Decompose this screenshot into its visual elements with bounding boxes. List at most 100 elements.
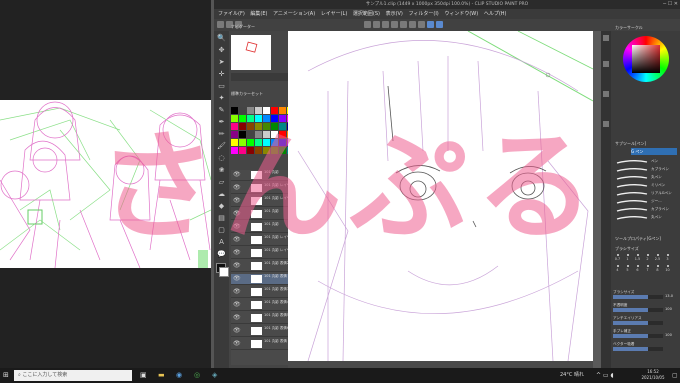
menu-select[interactable]: 選択範囲(S)	[353, 11, 380, 17]
eraser-tool-icon[interactable]: ▱	[217, 178, 226, 187]
color-swatch[interactable]	[231, 147, 238, 154]
menu-animation[interactable]: アニメーション(A)	[273, 11, 315, 17]
brush-size-option[interactable]: 7	[643, 264, 652, 274]
layer-row[interactable]: 👁 101 丸影 レイヤー 4	[231, 248, 294, 259]
tool-property-row[interactable]: アンチエイリアス	[613, 315, 677, 327]
brush-size-option[interactable]: 10	[663, 264, 672, 274]
color-wheel[interactable]	[623, 36, 669, 82]
color-swatch[interactable]	[263, 139, 270, 146]
airbrush-tool-icon[interactable]: ◌	[217, 154, 226, 163]
color-set-palette[interactable]	[231, 107, 294, 155]
layer-row[interactable]: 👁 101 丸影	[231, 209, 294, 220]
menu-view[interactable]: 表示(V)	[386, 11, 403, 17]
new-icon[interactable]	[217, 21, 224, 28]
color-swatch[interactable]	[239, 139, 246, 146]
transform-icon[interactable]	[391, 21, 398, 28]
file-explorer-icon[interactable]: ▬	[158, 371, 167, 380]
color-swatch[interactable]	[231, 115, 238, 122]
layer-row[interactable]: 👁 101 丸影 レイヤー 3	[231, 235, 294, 246]
color-swatch[interactable]	[255, 147, 262, 154]
panel-icon-history[interactable]	[603, 91, 609, 97]
snap-grid-icon[interactable]	[436, 21, 443, 28]
start-icon[interactable]: ⊞	[3, 371, 11, 379]
color-swatch[interactable]	[279, 147, 286, 154]
brush-item[interactable]: ペン	[613, 158, 677, 166]
figure-tool-icon[interactable]: ▢	[217, 226, 226, 235]
gradient-tool-icon[interactable]: ▤	[217, 214, 226, 223]
operation-tool-icon[interactable]: ➤	[217, 58, 226, 67]
menu-edit[interactable]: 編集(E)	[250, 11, 267, 17]
brush-tool-icon[interactable]: 🖌	[217, 142, 226, 151]
brush-item[interactable]: カブラペン	[613, 206, 677, 214]
color-swatch[interactable]	[247, 131, 254, 138]
snap-ruler-icon[interactable]	[427, 21, 434, 28]
pen-tool-icon[interactable]: ✒	[217, 118, 226, 127]
layer-row[interactable]: 👁 101 丸影	[231, 170, 294, 181]
color-swatch[interactable]	[263, 123, 270, 130]
color-swatch[interactable]	[255, 123, 262, 130]
eye-icon[interactable]: 👁	[233, 288, 241, 296]
layer-row[interactable]: 👁 101 丸影 表情	[231, 274, 294, 285]
undo-icon[interactable]	[364, 21, 371, 28]
menu-filter[interactable]: フィルター(I)	[408, 11, 438, 17]
eye-icon[interactable]: 👁	[233, 301, 241, 309]
chrome-icon[interactable]: ◎	[194, 371, 203, 380]
saturation-square[interactable]	[632, 45, 660, 73]
layer-row[interactable]: 👁 101 丸影 レイヤー 1	[231, 183, 294, 194]
eye-icon[interactable]: 👁	[233, 223, 241, 231]
color-swatch[interactable]	[279, 139, 286, 146]
eye-icon[interactable]: 👁	[233, 262, 241, 270]
color-swatch[interactable]	[271, 115, 278, 122]
eye-icon[interactable]: 👁	[233, 171, 241, 179]
clear-icon[interactable]	[382, 21, 389, 28]
color-swatch[interactable]	[279, 115, 286, 122]
color-swatch[interactable]	[231, 131, 238, 138]
eye-icon[interactable]: 👁	[233, 210, 241, 218]
brush-item[interactable]: リアルGペン	[613, 190, 677, 198]
brush-size-option[interactable]: 0.7	[613, 253, 622, 263]
eye-icon[interactable]: 👁	[233, 340, 241, 348]
brush-size-option[interactable]: 1.5	[633, 253, 642, 263]
color-swatch[interactable]	[247, 139, 254, 146]
eye-icon[interactable]: 👁	[233, 275, 241, 283]
navigator-controls[interactable]	[231, 73, 294, 81]
layer-row[interactable]: 👁 101 丸影 表情3	[231, 287, 294, 298]
menu-layer[interactable]: レイヤー(L)	[321, 11, 348, 17]
tool-property-row[interactable]: ブラシサイズ 13.0	[613, 289, 677, 301]
color-swatch[interactable]	[247, 107, 254, 114]
menu-help[interactable]: ヘルプ(H)	[484, 11, 507, 17]
tool-property-row[interactable]: 不透明度 100	[613, 302, 677, 314]
color-swatch[interactable]	[271, 131, 278, 138]
color-swatch[interactable]	[263, 131, 270, 138]
navigator-thumbnail[interactable]	[231, 35, 271, 70]
color-swatch[interactable]	[279, 107, 286, 114]
redo-icon[interactable]	[373, 21, 380, 28]
weather-widget[interactable]: 24°C 晴れ	[560, 371, 584, 380]
eye-icon[interactable]: 👁	[233, 184, 241, 192]
property-slider[interactable]	[613, 295, 663, 299]
property-slider[interactable]	[613, 308, 663, 312]
eye-icon[interactable]: 👁	[233, 249, 241, 257]
brush-size-option[interactable]: 2.5	[653, 253, 662, 263]
layer-row[interactable]: 👁 101 丸影 表情	[231, 339, 294, 350]
property-slider[interactable]	[613, 334, 663, 338]
decoration-tool-icon[interactable]: ❀	[217, 166, 226, 175]
brush-size-option[interactable]: 3	[663, 253, 672, 263]
task-view-icon[interactable]: ▣	[140, 371, 149, 380]
color-swatch[interactable]	[279, 123, 286, 130]
panel-icon-material[interactable]	[603, 61, 609, 67]
eye-icon[interactable]: 👁	[233, 327, 241, 335]
color-swatch[interactable]	[255, 115, 262, 122]
auto-select-tool-icon[interactable]: ✦	[217, 94, 226, 103]
drawing-canvas[interactable]	[288, 31, 593, 361]
brush-item[interactable]: カブラペン	[613, 166, 677, 174]
property-slider[interactable]	[613, 347, 663, 351]
brush-size-option[interactable]: 4	[613, 264, 622, 274]
zoom-tool-icon[interactable]: 🔍	[217, 34, 226, 43]
color-swatch[interactable]	[271, 147, 278, 154]
move-tool-icon[interactable]: ✥	[217, 46, 226, 55]
eye-icon[interactable]: 👁	[233, 314, 241, 322]
color-swatch[interactable]	[263, 115, 270, 122]
tool-property-row[interactable]: ベクター吸着	[613, 341, 677, 353]
layer-row[interactable]: 👁 101 丸影 表情6	[231, 326, 294, 337]
